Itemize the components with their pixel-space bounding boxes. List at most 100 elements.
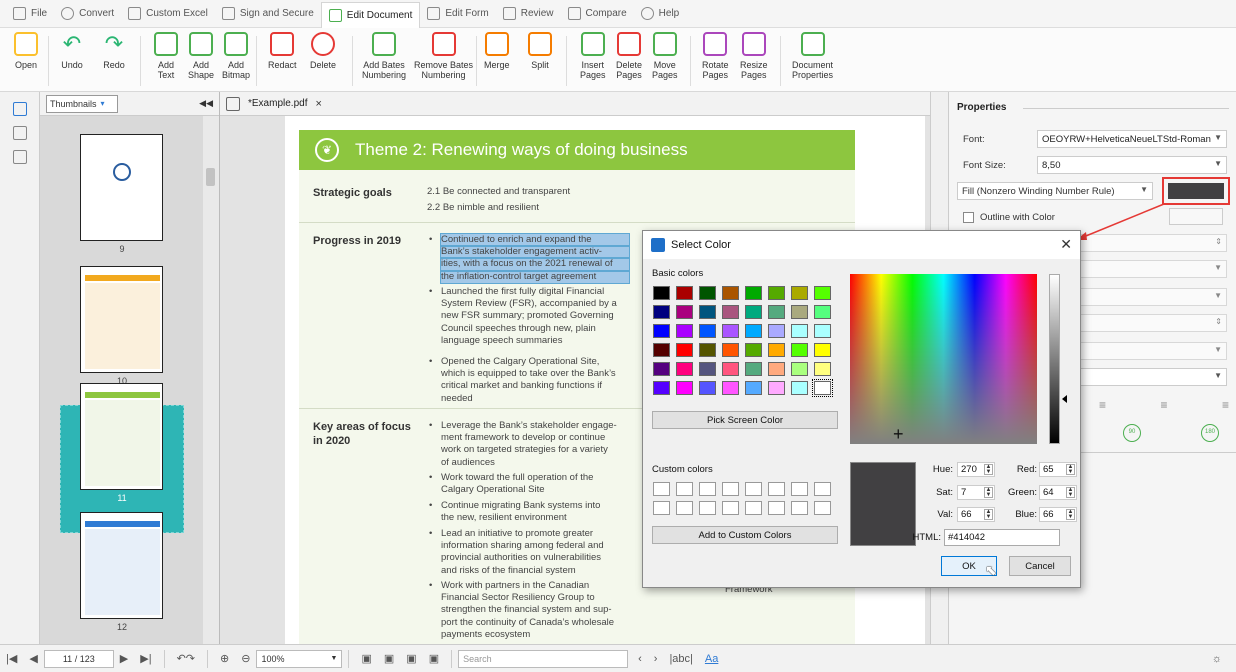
custom-color-cell[interactable]: [699, 482, 716, 496]
green-input[interactable]: 64 ▲ ▼: [1039, 485, 1077, 500]
add-bitmap-button[interactable]: Add Bitmap: [222, 32, 250, 80]
basic-color-swatch[interactable]: [791, 362, 808, 376]
zoom-out-icon[interactable]: ⊖: [241, 652, 250, 665]
insert-pages-button[interactable]: Insert Pages: [580, 32, 606, 80]
tab-file[interactable]: File: [6, 2, 54, 26]
custom-color-cell[interactable]: [814, 501, 831, 515]
spinner-icon[interactable]: ▲ ▼: [1066, 487, 1075, 498]
html-input[interactable]: #414042: [944, 529, 1060, 546]
search-next-icon[interactable]: ›: [654, 653, 658, 665]
property-field[interactable]: ▼: [1079, 368, 1227, 386]
tab-edit-form[interactable]: Edit Form: [420, 2, 495, 26]
basic-color-swatch[interactable]: [768, 362, 785, 376]
luminance-marker-icon[interactable]: [1062, 395, 1067, 403]
basic-color-swatch[interactable]: [814, 343, 831, 357]
basic-color-swatch[interactable]: [722, 305, 739, 319]
rotate-pages-button[interactable]: Rotate Pages: [702, 32, 729, 80]
resize-pages-button[interactable]: Resize Pages: [740, 32, 768, 80]
basic-color-swatch[interactable]: [676, 381, 693, 395]
custom-color-cell[interactable]: [791, 482, 808, 496]
view-single-icon[interactable]: ▣: [361, 652, 371, 665]
close-tab-icon[interactable]: ×: [315, 98, 321, 110]
custom-color-cell[interactable]: [676, 482, 693, 496]
custom-color-cell[interactable]: [768, 482, 785, 496]
basic-color-swatch[interactable]: [699, 286, 716, 300]
tab-sign-and-secure[interactable]: Sign and Secure: [215, 2, 321, 26]
undo-button[interactable]: ↶ Undo: [60, 32, 84, 80]
basic-color-swatch[interactable]: [745, 343, 762, 357]
rotate-view-icon[interactable]: ↶↷: [177, 652, 195, 665]
property-field[interactable]: ⇕: [1079, 234, 1227, 252]
last-page-icon[interactable]: ▶|: [140, 652, 151, 665]
view-facing-continuous-icon[interactable]: ▣: [429, 652, 439, 665]
thumbnails-selector[interactable]: Thumbnails ▾: [46, 94, 118, 113]
view-facing-icon[interactable]: ▣: [406, 652, 416, 665]
outline-checkbox[interactable]: [963, 212, 974, 223]
align-center-icon[interactable]: ≡: [1160, 398, 1167, 412]
fill-rule-select[interactable]: Fill (Nonzero Winding Number Rule) ▼: [957, 182, 1153, 200]
basic-color-swatch[interactable]: [699, 381, 716, 395]
scrollbar-thumb[interactable]: [206, 168, 215, 186]
document-properties-button[interactable]: Document Properties: [792, 32, 833, 80]
previous-page-icon[interactable]: ◀: [29, 652, 37, 665]
basic-color-swatch[interactable]: [653, 362, 670, 376]
basic-color-swatch[interactable]: [814, 286, 831, 300]
basic-color-swatch[interactable]: [745, 381, 762, 395]
spinner-icon[interactable]: ▲ ▼: [1066, 509, 1075, 520]
page-thumbnail[interactable]: [80, 512, 163, 619]
font-size-select[interactable]: 8,50 ▼: [1037, 156, 1227, 174]
attachments-panel-icon[interactable]: [13, 150, 27, 164]
bookmarks-panel-icon[interactable]: [13, 126, 27, 140]
basic-color-swatch[interactable]: [745, 324, 762, 338]
move-pages-button[interactable]: Move Pages: [652, 32, 678, 80]
merge-button[interactable]: Merge: [484, 32, 510, 80]
basic-color-swatch[interactable]: [676, 286, 693, 300]
blue-input[interactable]: 66 ▲ ▼: [1039, 507, 1077, 522]
whole-word-icon[interactable]: |abc|: [669, 653, 692, 665]
red-input[interactable]: 65 ▲ ▼: [1039, 462, 1077, 477]
basic-color-swatch[interactable]: [768, 324, 785, 338]
basic-color-swatch[interactable]: [791, 381, 808, 395]
tab-custom-excel[interactable]: Custom Excel: [121, 2, 215, 26]
custom-color-cell[interactable]: [722, 482, 739, 496]
basic-color-swatch[interactable]: [722, 324, 739, 338]
rotate-90-icon[interactable]: 90: [1123, 424, 1141, 442]
close-icon[interactable]: ✕: [1060, 236, 1072, 253]
spinner-icon[interactable]: ▲ ▼: [1066, 464, 1075, 475]
basic-color-swatch[interactable]: [699, 324, 716, 338]
basic-color-swatch[interactable]: [791, 286, 808, 300]
view-continuous-icon[interactable]: ▣: [384, 652, 394, 665]
custom-color-cell[interactable]: [722, 501, 739, 515]
open-button[interactable]: Open: [14, 32, 38, 80]
rotate-180-icon[interactable]: 180: [1201, 424, 1219, 442]
basic-color-swatch[interactable]: [653, 305, 670, 319]
color-spectrum[interactable]: [850, 274, 1037, 444]
tab-help[interactable]: Help: [634, 2, 687, 26]
luminance-slider[interactable]: [1049, 274, 1060, 444]
custom-color-cell[interactable]: [745, 501, 762, 515]
progress-bullet-selected[interactable]: Continued to enrich and expand the Bank’…: [429, 232, 630, 284]
font-select[interactable]: OEOYRW+HelveticaNeueLTStd-Roman ▼: [1037, 130, 1227, 148]
match-case-icon[interactable]: Aa: [705, 653, 718, 665]
basic-color-swatch[interactable]: [814, 324, 831, 338]
basic-color-swatch[interactable]: [768, 381, 785, 395]
split-button[interactable]: Split: [528, 32, 552, 80]
fill-color-swatch[interactable]: [1168, 183, 1224, 199]
zoom-select[interactable]: 100% ▼: [256, 649, 343, 668]
basic-color-swatch[interactable]: [745, 305, 762, 319]
property-field[interactable]: ▼: [1079, 342, 1227, 360]
basic-color-swatch[interactable]: [653, 324, 670, 338]
add-bates-button[interactable]: Add Bates Numbering: [362, 32, 406, 80]
tab-convert[interactable]: Convert: [54, 2, 121, 26]
brightness-icon[interactable]: ☼: [1212, 653, 1222, 665]
outline-option[interactable]: Outline with Color: [963, 212, 1055, 223]
page-thumbnail[interactable]: [80, 266, 163, 373]
basic-color-swatch[interactable]: [699, 305, 716, 319]
align-right-icon[interactable]: ≡: [1222, 398, 1229, 412]
remove-bates-button[interactable]: Remove Bates Numbering: [414, 32, 473, 80]
basic-color-swatch[interactable]: [791, 305, 808, 319]
add-shape-button[interactable]: Add Shape: [188, 32, 214, 80]
redact-button[interactable]: Redact: [268, 32, 297, 80]
basic-color-swatch[interactable]: [745, 286, 762, 300]
collapse-panel-icon[interactable]: ◀◀: [199, 98, 213, 109]
